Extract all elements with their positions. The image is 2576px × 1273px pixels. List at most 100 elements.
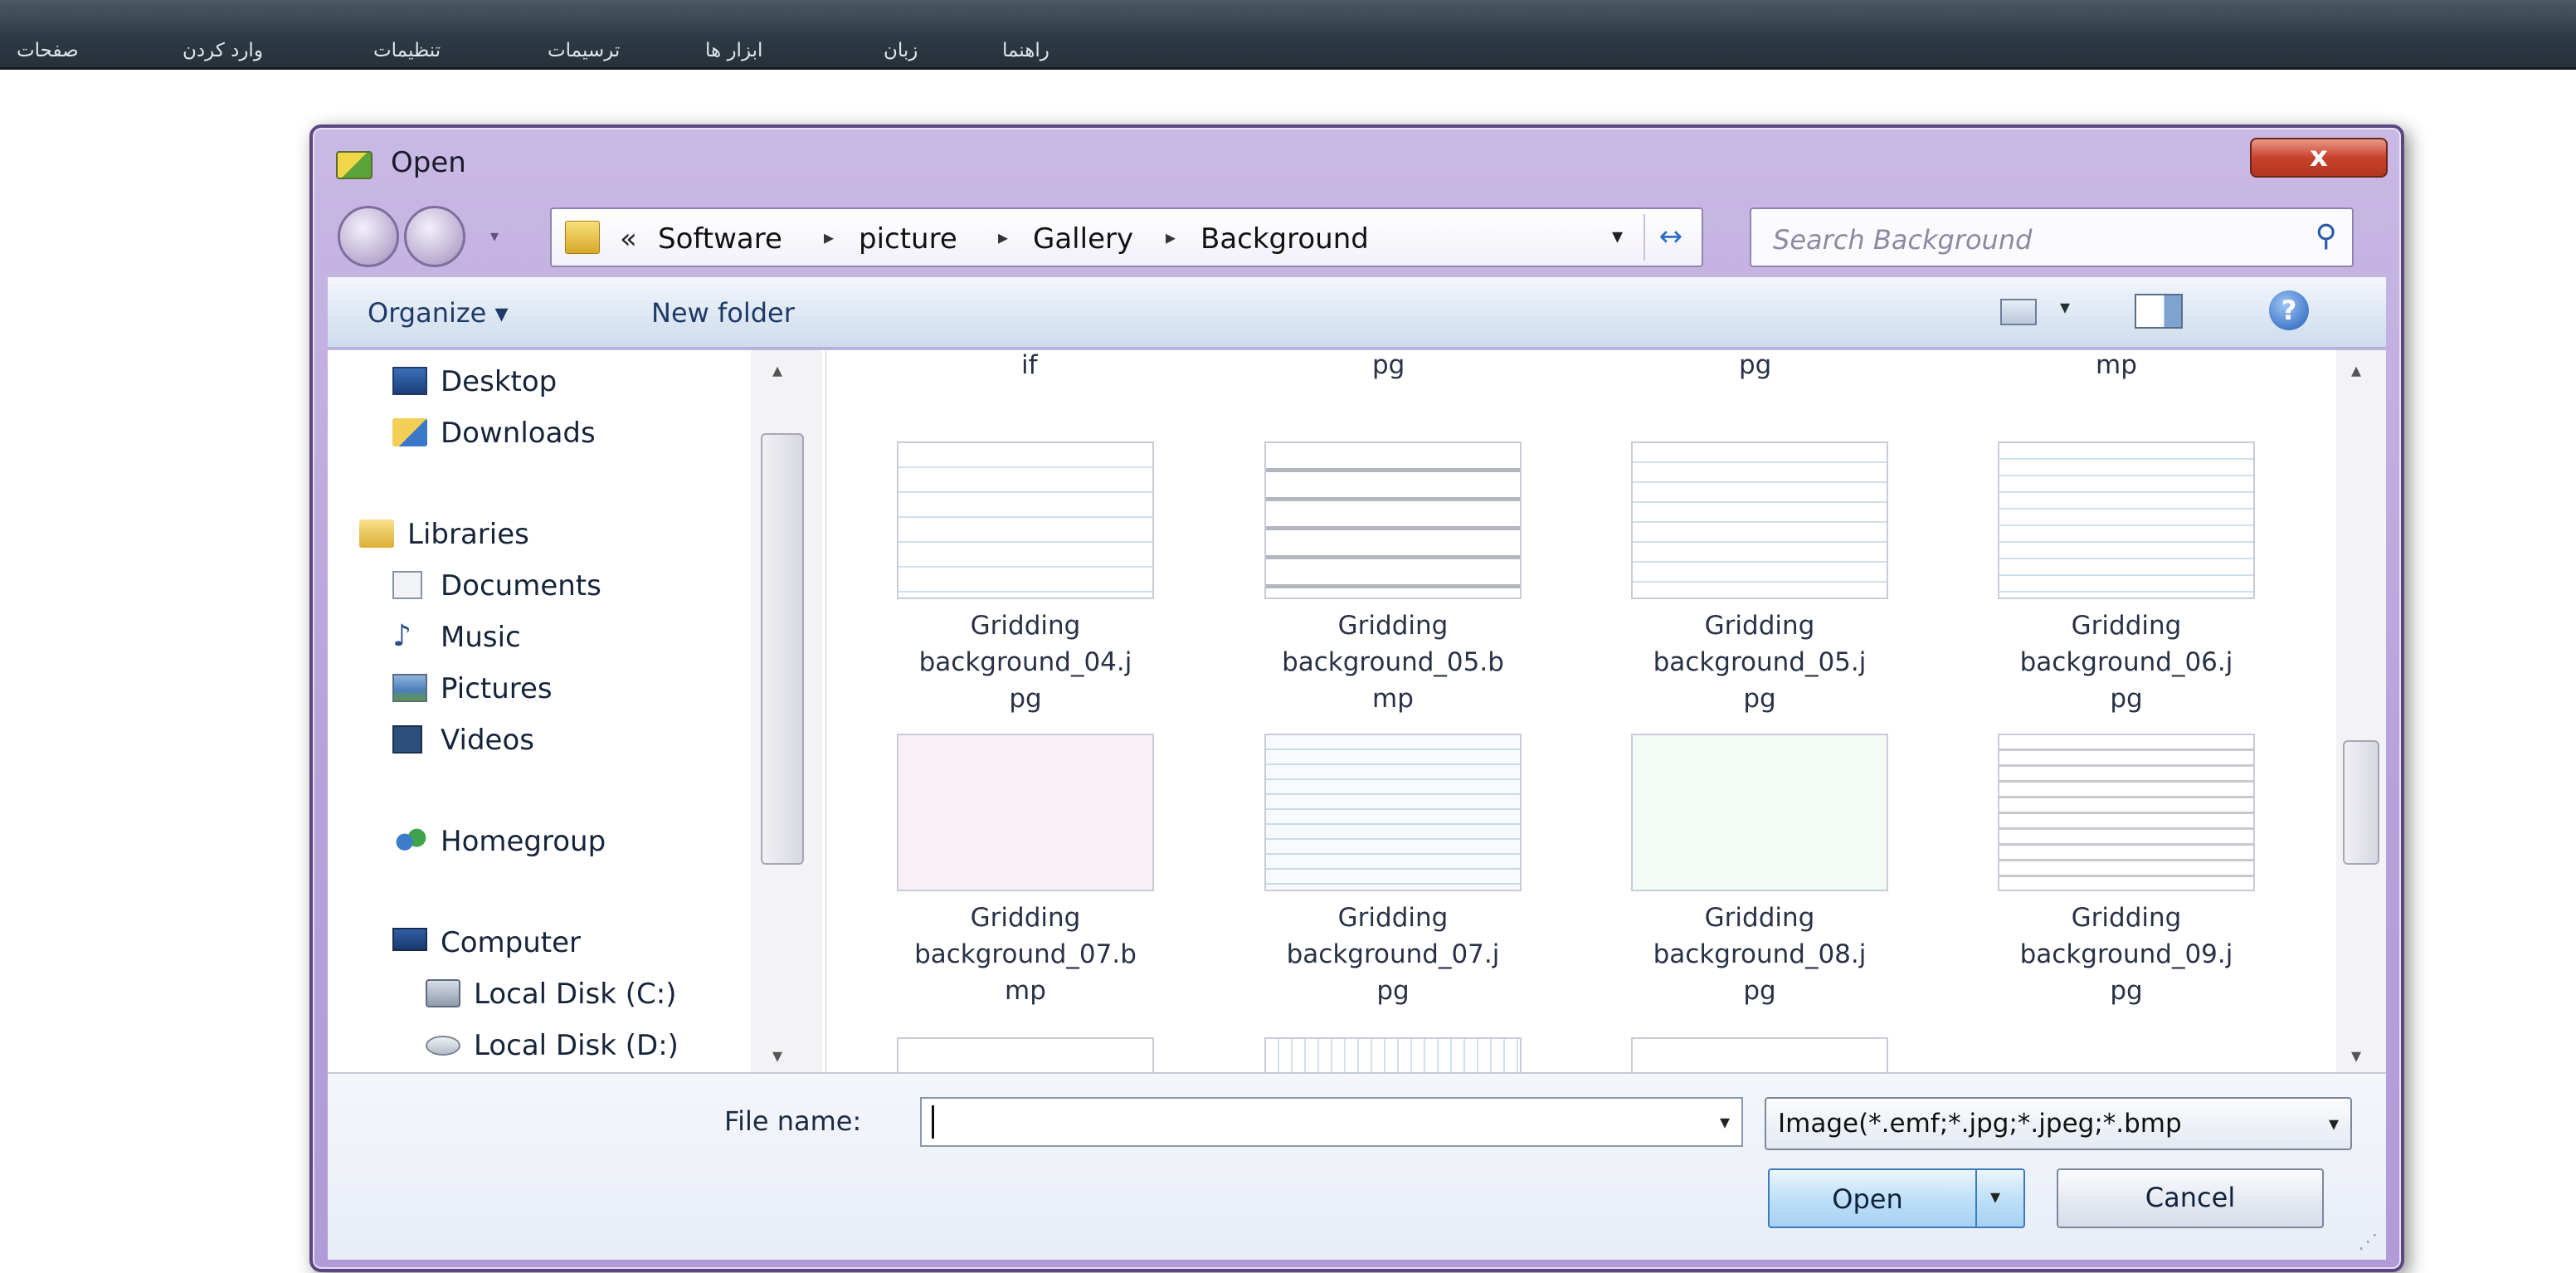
- app-menubar: صفحات وارد کردن تنظیمات ترسیمات ابزار ها…: [0, 0, 2576, 70]
- file-list: if pg pg mp Gridding background_04.j pg …: [825, 350, 2386, 1072]
- file-thumbnail: [897, 441, 1154, 599]
- address-bar[interactable]: « Software ▸ picture ▸ Gallery ▸ Backgro…: [550, 207, 1703, 267]
- file-list-scrollbar[interactable]: ▴ ▾: [2336, 350, 2386, 1072]
- file-name-label: File name:: [724, 1105, 862, 1137]
- file-label-partial[interactable]: pg: [1372, 350, 1405, 380]
- menu-tools[interactable]: ابزار ها: [705, 40, 762, 61]
- preview-pane-icon[interactable]: [2135, 294, 2183, 329]
- drive-icon: [426, 1036, 460, 1056]
- downloads-icon: [392, 418, 427, 446]
- file-name-label: Gridding background_06.j pg: [2019, 611, 2233, 714]
- file-list-scroll-thumb[interactable]: [2343, 740, 2379, 865]
- documents-icon: [392, 571, 422, 599]
- menu-pages[interactable]: صفحات: [17, 40, 79, 61]
- breadcrumb-overflow-button[interactable]: «: [620, 222, 637, 256]
- open-button[interactable]: Open ▾: [1768, 1168, 2025, 1228]
- file-name-input[interactable]: ▾: [920, 1097, 1743, 1147]
- file-name-label: Gridding background_09.j pg: [2019, 903, 2233, 1006]
- file-thumbnail: [1998, 734, 2255, 891]
- file-selection-panel: File name: ▾ Image(*.emf;*.jpg;*.jpeg;*.…: [328, 1072, 2386, 1260]
- file-name-label: Gridding background_07.j pg: [1286, 903, 1500, 1006]
- file-thumbnail: [1264, 1037, 1522, 1072]
- scroll-up-icon[interactable]: ▴: [2351, 358, 2361, 382]
- nav-item-label: Local Disk (C:): [474, 978, 677, 1011]
- nav-item-label: Music: [441, 621, 521, 654]
- file-name-label: Gridding background_05.b mp: [1282, 611, 1504, 714]
- dialog-app-icon: [336, 151, 373, 179]
- file-thumbnail: [897, 1037, 1154, 1072]
- file-thumbnail: [1998, 441, 2255, 599]
- recent-locations-button[interactable]: ▾: [490, 226, 509, 246]
- music-icon: ♪: [392, 619, 411, 653]
- breadcrumb-separator-icon[interactable]: ▸: [824, 226, 834, 249]
- breadcrumb-separator-icon[interactable]: ▸: [998, 226, 1008, 249]
- file-name-label: Gridding background_05.j pg: [1653, 611, 1867, 714]
- resize-grip-icon[interactable]: ⋰: [2358, 1230, 2378, 1253]
- nav-item-label: Videos: [441, 724, 534, 757]
- file-thumbnail: [1631, 734, 1888, 891]
- file-thumbnail: [1264, 734, 1522, 891]
- file-thumbnail: [1264, 441, 1522, 599]
- chevron-down-icon[interactable]: ▾: [2329, 1112, 2339, 1135]
- libraries-icon: [359, 519, 394, 548]
- nav-scroll-thumb[interactable]: [761, 433, 804, 865]
- open-file-dialog: Open x ▾ « Software ▸ picture ▸ Gallery …: [309, 124, 2404, 1272]
- refresh-button[interactable]: ↔: [1643, 214, 1697, 261]
- breadcrumb-picture[interactable]: picture: [859, 222, 957, 256]
- help-icon[interactable]: ?: [2269, 290, 2309, 330]
- homegroup-icon: [392, 827, 427, 855]
- more-views-button[interactable]: ▾: [2060, 295, 2070, 319]
- file-label-partial[interactable]: mp: [2096, 350, 2137, 380]
- nav-item-label: Libraries: [407, 518, 529, 551]
- file-name-label: Gridding background_04.j pg: [918, 611, 1132, 714]
- organize-button[interactable]: Organize ▾: [368, 297, 509, 329]
- address-dropdown-button[interactable]: ▾: [1612, 224, 1623, 249]
- breadcrumb-gallery[interactable]: Gallery: [1033, 222, 1133, 256]
- back-button[interactable]: [338, 206, 399, 267]
- nav-item-label: Downloads: [441, 417, 596, 450]
- file-thumbnail: [1631, 441, 1888, 599]
- file-type-select[interactable]: Image(*.emf;*.jpg;*.jpeg;*.bmp ▾: [1765, 1097, 2352, 1150]
- nav-item-label: Documents: [441, 569, 601, 602]
- breadcrumb-separator-icon[interactable]: ▸: [1166, 226, 1176, 249]
- dialog-title: Open: [391, 146, 466, 179]
- file-thumbnail: [897, 734, 1154, 891]
- computer-icon: [392, 928, 427, 951]
- close-button[interactable]: x: [2250, 138, 2388, 178]
- text-caret: [932, 1105, 934, 1139]
- file-name-label: Gridding background_08.j pg: [1653, 903, 1867, 1006]
- pictures-icon: [392, 674, 427, 702]
- scroll-down-icon[interactable]: ▾: [772, 1044, 782, 1067]
- navigation-pane: Desktop Downloads Libraries Documents ♪ …: [328, 350, 825, 1072]
- file-type-value: Image(*.emf;*.jpg;*.jpeg;*.bmp: [1778, 1109, 2182, 1139]
- menu-language[interactable]: زبان: [884, 40, 918, 61]
- nav-scrollbar[interactable]: ▴ ▾: [751, 350, 822, 1072]
- folder-icon: [565, 221, 600, 254]
- breadcrumb-background[interactable]: Background: [1200, 222, 1369, 256]
- command-toolbar: Organize ▾ New folder ▾ ?: [328, 277, 2386, 349]
- change-view-icon[interactable]: [2000, 299, 2037, 325]
- menu-settings[interactable]: تنظیمات: [373, 40, 441, 61]
- search-placeholder: Search Background: [1773, 224, 2033, 256]
- nav-item-label: Pictures: [441, 672, 553, 705]
- nav-item-label: Desktop: [441, 365, 558, 398]
- new-folder-button[interactable]: New folder: [651, 297, 795, 329]
- videos-icon: [392, 725, 422, 754]
- search-input[interactable]: Search Background ⚲: [1750, 207, 2354, 267]
- cancel-button[interactable]: Cancel: [2057, 1168, 2324, 1228]
- file-label-partial[interactable]: pg: [1739, 350, 1771, 380]
- hard-disk-icon: [426, 979, 460, 1007]
- file-label-partial[interactable]: if: [1021, 350, 1038, 380]
- menu-import[interactable]: وارد کردن: [183, 40, 263, 61]
- scroll-down-icon[interactable]: ▾: [2351, 1044, 2361, 1067]
- file-name-dropdown-icon[interactable]: ▾: [1720, 1110, 1730, 1134]
- nav-item-label: Homegroup: [441, 825, 606, 858]
- file-thumbnail: [1631, 1037, 1888, 1072]
- open-options-chevron-icon[interactable]: ▾: [1990, 1185, 2000, 1208]
- scroll-up-icon[interactable]: ▴: [772, 358, 782, 382]
- search-icon[interactable]: ⚲: [2315, 219, 2337, 253]
- menu-drawings[interactable]: ترسیمات: [548, 40, 620, 61]
- forward-button[interactable]: [404, 206, 465, 267]
- menu-help[interactable]: راهنما: [1002, 40, 1049, 61]
- breadcrumb-software[interactable]: Software: [658, 222, 782, 256]
